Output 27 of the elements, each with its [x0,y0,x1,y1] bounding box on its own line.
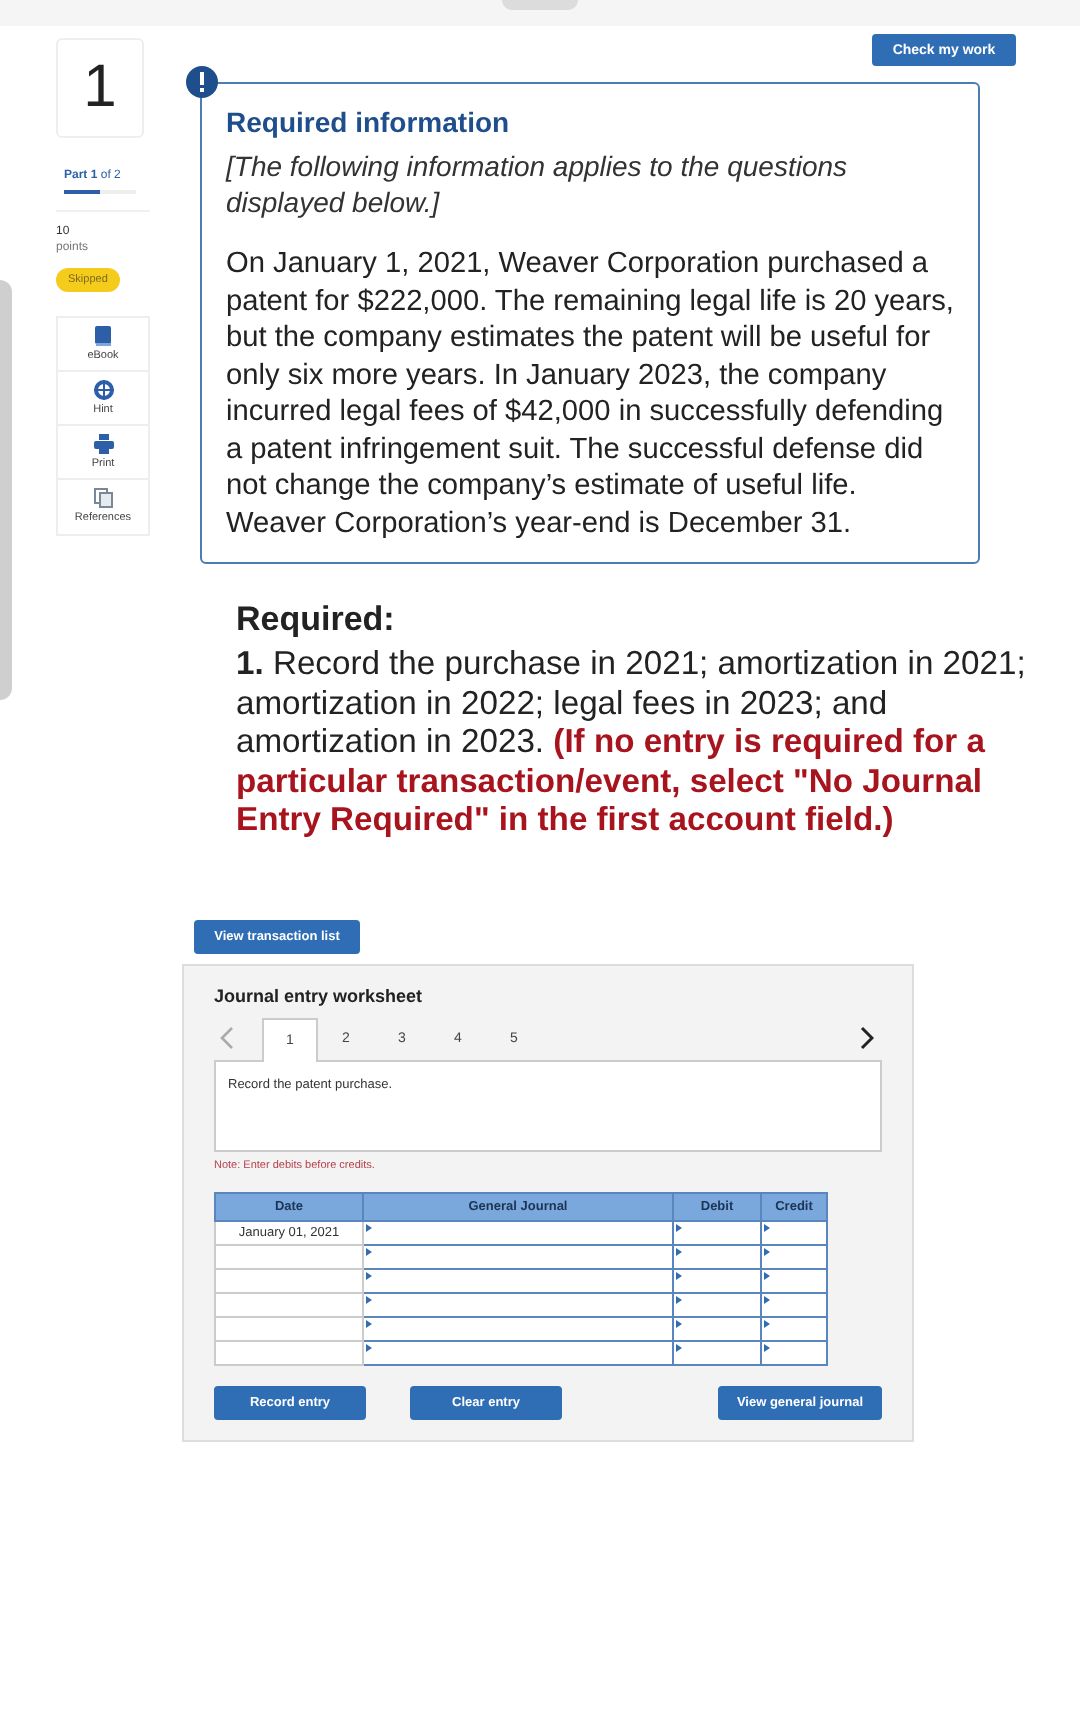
info-title: Required information [226,106,512,138]
book-icon [94,326,112,346]
debit-field[interactable] [673,1316,761,1340]
lifebuoy-icon [93,380,113,400]
account-field[interactable] [363,1340,673,1364]
question-number: 1 [56,38,144,138]
account-field[interactable] [363,1244,673,1268]
account-field[interactable] [363,1268,673,1292]
documents-icon [93,488,113,508]
chevron-left-icon[interactable] [220,1025,234,1049]
required-heading: Required: [236,600,397,640]
alert-icon [186,66,218,98]
problem-text: On January 1, 2021, Weaver Corporation purchased a patent for $222,000. The remaining legal life is 20 years, but the company estimates the patent will be useful for only six more years. In January 2023, the company incurred legal fees of $42,000 in successfully defending a patent infringement suit. The successful defense did not change the company’s estimate of useful life. Weaver Corporation’s year-end is December 31. [226,246,954,542]
info-subtitle: [The following information applies to the questions displayed below.] [226,148,850,220]
debit-field[interactable] [673,1244,761,1268]
debit-field[interactable] [673,1292,761,1316]
question-text: 1. Record the purchase in 2021; amortization in 2021; amortization in 2022; legal fees in 2023; and amortization in 2023. (If no entry is required for a particular transaction/event, select "No Journal Entry Required" in the first account field.) [236,644,1028,839]
account-field[interactable] [363,1292,673,1316]
debit-field[interactable] [673,1268,761,1292]
account-field[interactable] [363,1220,673,1244]
account-field[interactable] [363,1316,673,1340]
printer-icon [93,434,113,454]
chevron-right-icon[interactable] [860,1025,874,1049]
worksheet-title: Journal entry worksheet [214,985,425,1005]
debit-field[interactable] [673,1340,761,1364]
debit-field[interactable] [673,1220,761,1244]
side-handle[interactable] [0,280,12,700]
